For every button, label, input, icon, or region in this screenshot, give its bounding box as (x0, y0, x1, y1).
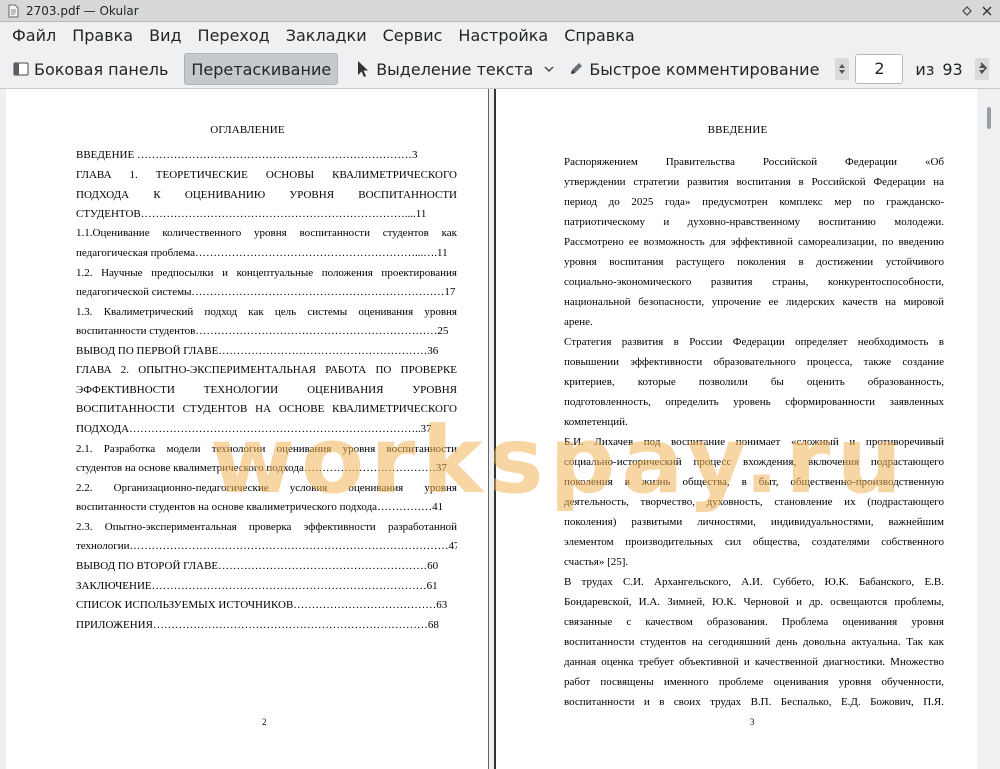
toc-line: технологии……………………………………………………………………………4… (76, 540, 457, 552)
text-line: деятельность, творчество, духовность, ст… (564, 496, 944, 508)
toc-line: ВОСПИТАННОСТИ СТУДЕНТОВ НА ОСНОВЕ КВАЛИМ… (76, 403, 457, 415)
text-line: уровня воспитания растущего поколения в … (564, 256, 944, 268)
toc-line: ГЛАВА 2. ОПЫТНО-ЭКСПЕРИМЕНТАЛЬНАЯ РАБОТА… (76, 364, 457, 376)
text-line: утверждении стратегии развития воспитани… (564, 176, 944, 188)
text-line: арене. (564, 316, 593, 328)
quick-annotation-label: Быстрое комментирование (589, 59, 820, 79)
browse-tool-button[interactable]: Перетаскивание (184, 53, 339, 85)
toc-line: СПИСОК ИСПОЛЬЗУЕМЫХ ИСТОЧНИКОВ…………………………… (76, 599, 448, 611)
text-line: данная оценка требует объективной и каче… (564, 656, 944, 668)
toc-line: ВЫВОД ПО ПЕРВОЙ ГЛАВЕ…………………………………………………… (76, 345, 439, 357)
sidebar-toggle-label: Боковая панель (34, 59, 169, 79)
page-number: 3 (750, 717, 755, 727)
okular-app-icon (6, 4, 20, 18)
browse-tool-label: Перетаскивание (191, 59, 332, 79)
page-number: 2 (262, 717, 267, 727)
text-line: элементом производительных сил общества,… (564, 536, 944, 548)
text-line: связанные с качеством образования. Пробл… (564, 616, 944, 628)
menu-tools[interactable]: Сервис (375, 22, 451, 50)
text-line: Рассмотрено ее возможность для эффективн… (564, 236, 944, 248)
text-line: воспитанности студентов на сегодняшний д… (564, 636, 944, 648)
menu-edit[interactable]: Правка (64, 22, 141, 50)
toc-line: ПОДХОДА К ОЦЕНИВАНИЮ УРОВНЯ ВОСПИТАННОСТ… (76, 189, 457, 201)
menu-bookmarks[interactable]: Закладки (278, 22, 375, 50)
text-line: период до 2025 года» предусмотрен компле… (564, 196, 944, 208)
text-line: подготовленность, определить уровень сфо… (564, 396, 944, 408)
text-line: Распоряжением Правительства Российской Ф… (564, 156, 944, 168)
introduction-heading: ВВЕДЕНИЕ (707, 124, 768, 136)
toc-line: 1.3. Квалиметрический подход как цель си… (76, 306, 457, 318)
text-line: Стратегия развития в России Федерации оп… (564, 336, 944, 348)
cursor-icon (354, 60, 372, 78)
toc-line: ЗАКЛЮЧЕНИЕ…………………………………………………………………61 (76, 580, 438, 592)
document-viewport[interactable]: ОГЛАВЛЕНИЕ ВВЕДЕНИЕ ……………………………………………………… (0, 88, 1000, 769)
text-selection-tool-button[interactable]: Выделение текста (348, 53, 561, 85)
window-title: 2703.pdf — Okular (26, 3, 139, 18)
toc-line: ПРИЛОЖЕНИЯ…………………………………………………………………68 (76, 619, 439, 631)
toc-line: ПОДХОДА……………………………………………………………………..37 (76, 423, 432, 435)
toc-line: 2.3. Опытно-экспериментальная проверка э… (76, 521, 457, 533)
toc-line: 1.1.Оценивание количественного уровня во… (76, 227, 457, 239)
toc-line: ГЛАВА 1. ТЕОРЕТИЧЕСКИЕ ОСНОВЫ КВАЛИМЕТРИ… (76, 169, 457, 181)
text-line: повышении эффективности образовательного… (564, 356, 944, 368)
menu-bar: Файл Правка Вид Переход Закладки Сервис … (0, 22, 1000, 50)
text-line: компетенций. (564, 416, 628, 428)
text-line: поколения) развитыми личностями, индивид… (564, 516, 944, 528)
toc-line: ВЫВОД ПО ВТОРОЙ ГЛАВЕ…………………………………………………… (76, 560, 439, 572)
menu-go[interactable]: Переход (190, 22, 278, 50)
text-line: патриотическому и духовно-нравственному … (564, 216, 944, 228)
text-line: социально-экономического развития страны… (564, 276, 944, 288)
toc-line: педагогическая проблема……………………………………………… (76, 247, 448, 259)
current-page-input[interactable]: 2 (855, 54, 904, 84)
text-selection-label: Выделение текста (376, 59, 534, 79)
toc-line: 1.2. Научные предпосылки и концептуальны… (76, 267, 457, 279)
title-bar: 2703.pdf — Okular (0, 0, 1000, 22)
previous-page-icon[interactable] (835, 58, 850, 80)
text-line: национальной безопасности, упрочение ее … (564, 296, 944, 308)
document-page-2: ОГЛАВЛЕНИЕ ВВЕДЕНИЕ ……………………………………………………… (6, 89, 489, 769)
toc-line: ВВЕДЕНИЕ …………………………………………………………………3 (76, 149, 418, 161)
text-line: критериев, которые позволили бы оценить … (564, 376, 944, 388)
text-line: поколения в жизнь общества, в быт, общес… (564, 476, 944, 488)
text-line: Б.И. Лихачев под воспитание понимает «сл… (564, 436, 944, 448)
sidebar-icon (12, 60, 30, 78)
text-line: Бондаревской, И.А. Зимней, Ю.К. Черновой… (564, 596, 944, 608)
toc-line: 2.1. Разработка модели технологии оценив… (76, 443, 457, 455)
close-window-icon[interactable] (978, 2, 996, 20)
text-line: социально-исторический процесс вхождения… (564, 456, 944, 468)
menu-view[interactable]: Вид (141, 22, 189, 50)
toc-line: ЭФФЕКТИВНОСТИ ТЕХНОЛОГИИ ОЦЕНИВАНИЯ УРОВ… (76, 384, 457, 396)
page-of-label: из (915, 59, 935, 79)
toc-heading: ОГЛАВЛЕНИЕ (210, 124, 285, 136)
scrollbar-thumb[interactable] (987, 107, 991, 129)
text-line: воспитанности и в своих трудах В.П. Бесп… (564, 696, 944, 708)
document-page-3: ВВЕДЕНИЕ Распоряжением Правительства Рос… (494, 89, 977, 769)
toc-line: СТУДЕНТОВ………………………………………………………………....11 (76, 208, 427, 220)
menu-help[interactable]: Справка (556, 22, 643, 50)
text-line: работ посвящены именного проблеме оценив… (564, 676, 944, 688)
toc-line: воспитанности студентов……………………………………………… (76, 325, 449, 337)
quick-annotation-button[interactable]: Быстрое комментирование (561, 53, 825, 85)
menu-file[interactable]: Файл (4, 22, 64, 50)
text-line: В трудах С.И. Архангельского, А.И. Суббе… (564, 576, 944, 588)
toolbar-overflow-chevron-icon[interactable] (978, 60, 988, 79)
text-line: счастья» [25]. (564, 556, 629, 568)
menu-settings[interactable]: Настройка (450, 22, 556, 50)
chevron-down-icon[interactable] (543, 60, 555, 78)
toc-line: педагогической системы………………………………………………… (76, 286, 456, 298)
toc-line: 2.2. Организационно-педагогические услов… (76, 482, 457, 494)
toc-line: воспитанности студентов на основе квалим… (76, 501, 444, 513)
total-pages-label: 93 (942, 59, 963, 79)
main-toolbar: Боковая панель Перетаскивание Выделение … (0, 50, 1000, 88)
vertical-scrollbar[interactable] (980, 89, 1000, 769)
sidebar-toggle-button[interactable]: Боковая панель (6, 53, 174, 85)
toc-line: студентов на основе квалиметрического по… (76, 462, 447, 474)
window-menu-icon[interactable] (958, 2, 976, 20)
pen-icon (567, 60, 585, 78)
